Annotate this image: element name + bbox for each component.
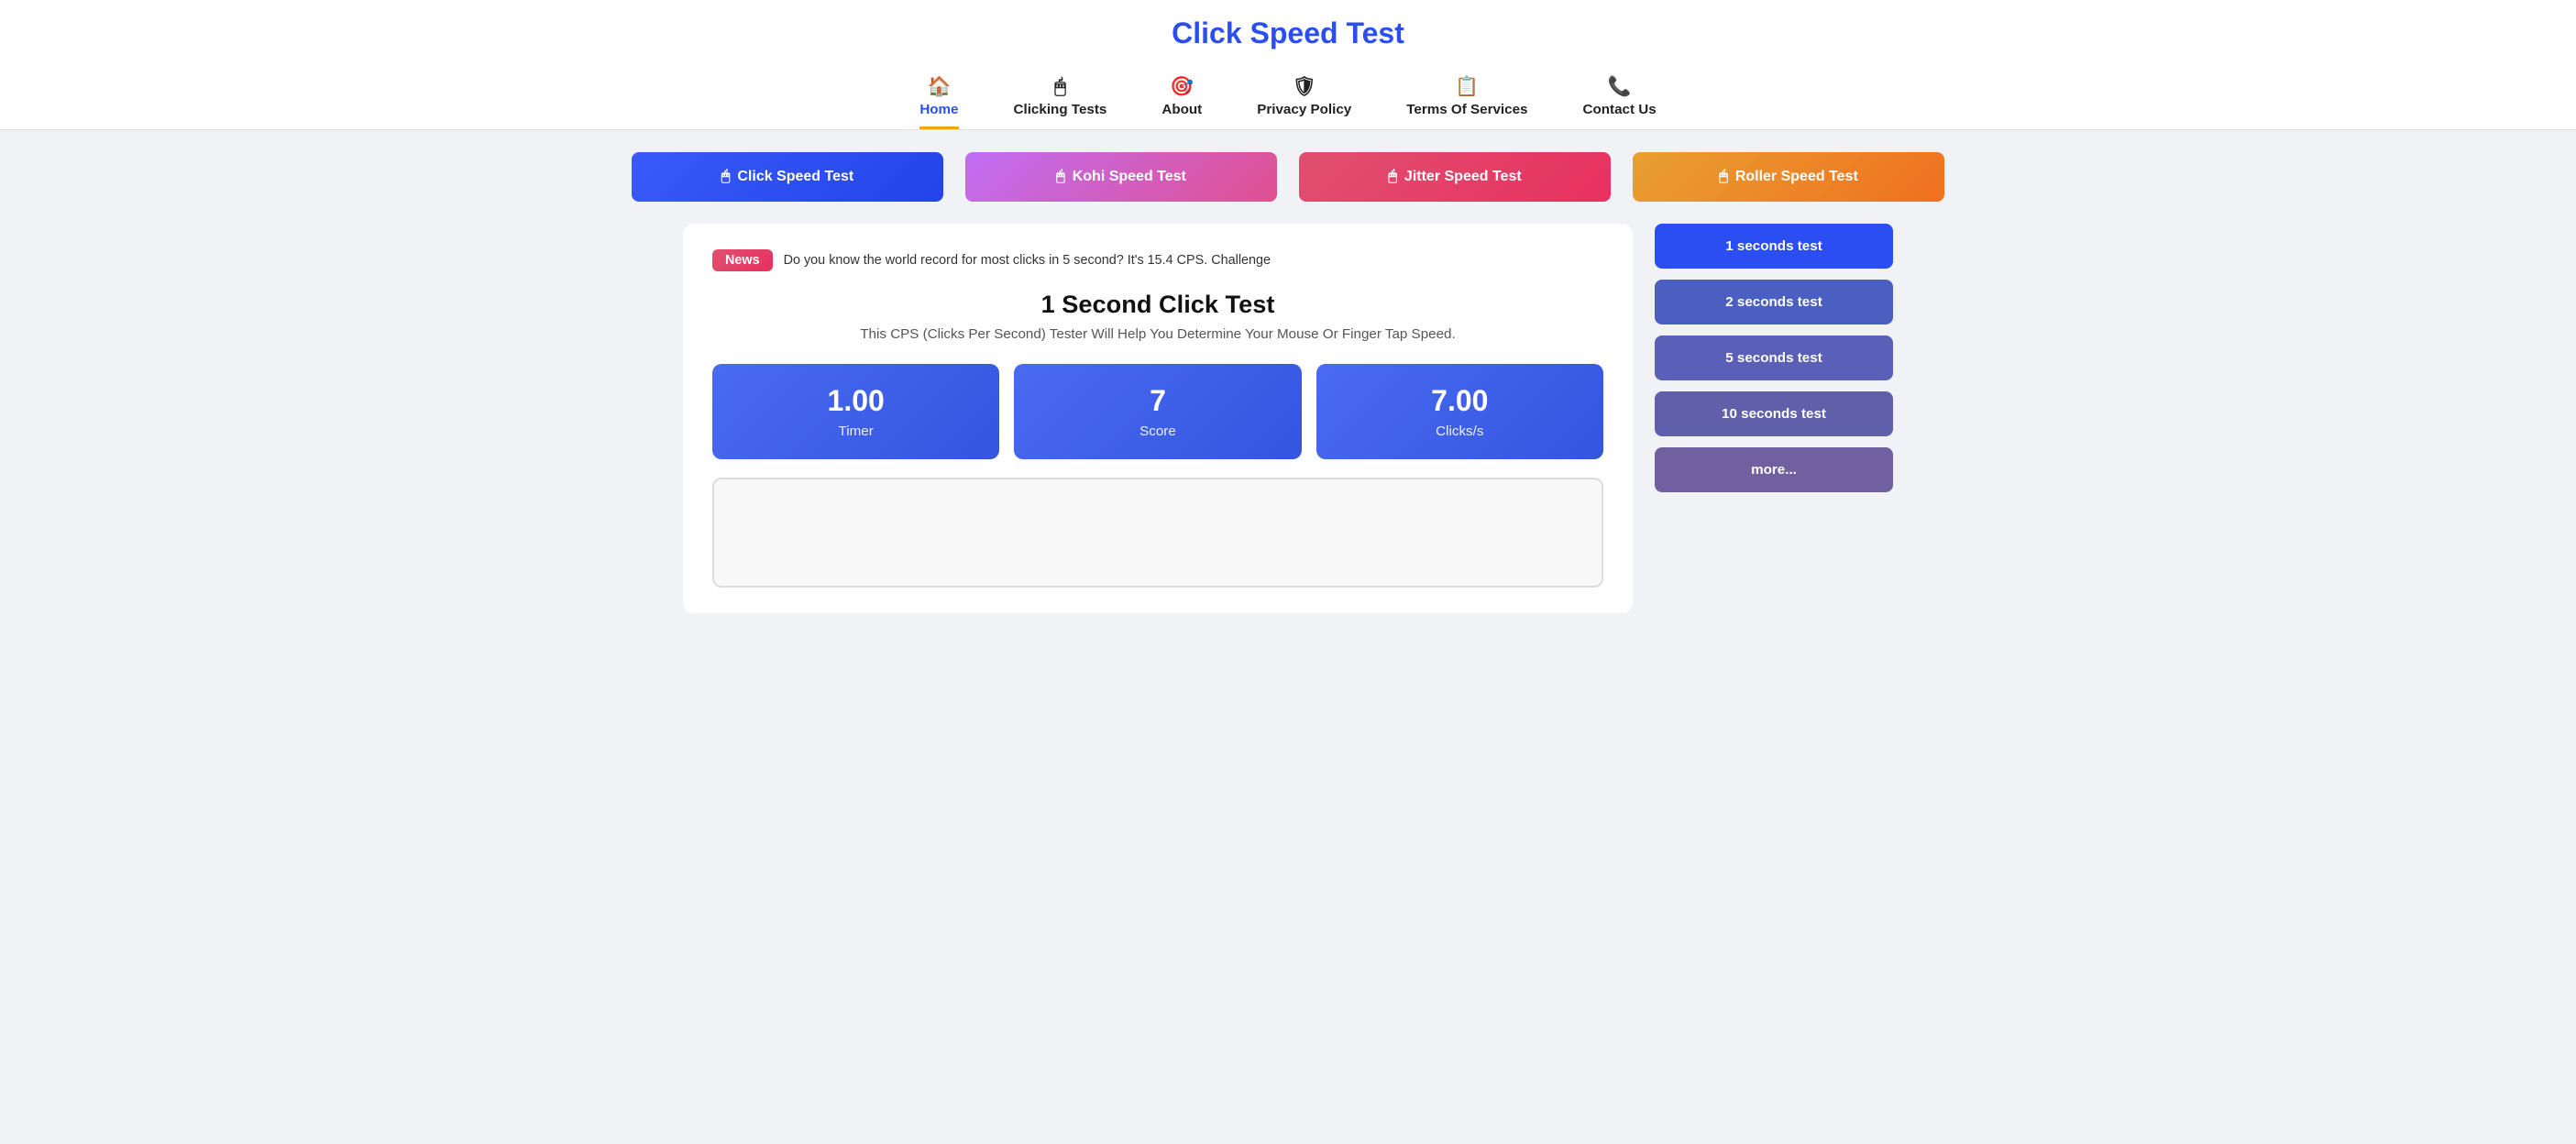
nav-icon-contact-us: 📞 [1608, 76, 1632, 98]
sidebar-btn-more[interactable]: more... [1655, 447, 1893, 492]
nav-label-terms-of-services: Terms Of Services [1406, 102, 1527, 117]
nav-icon-clicking-tests: 🖱 [1054, 76, 1065, 98]
top-btn-label-kohi-speed-test: Kohi Speed Test [1073, 169, 1186, 185]
nav-label-contact-us: Contact Us [1583, 102, 1657, 117]
section-subtitle: This CPS (Clicks Per Second) Tester Will… [712, 326, 1603, 342]
stat-label-timer: Timer [727, 424, 985, 439]
nav-item-terms-of-services[interactable]: 📋 Terms Of Services [1406, 76, 1527, 129]
mouse-icon-jitter-speed-test: 🖱 [1388, 169, 1397, 185]
top-btn-kohi-speed-test[interactable]: 🖱 Kohi Speed Test [965, 152, 1277, 202]
sidebar-btn-1s[interactable]: 1 seconds test [1655, 224, 1893, 269]
top-btn-label-jitter-speed-test: Jitter Speed Test [1404, 169, 1522, 185]
stat-label-score: Score [1029, 424, 1286, 439]
sidebar-btn-10s[interactable]: 10 seconds test [1655, 391, 1893, 436]
nav-item-about[interactable]: 🎯 About [1161, 76, 1202, 129]
sidebar-btn-2s[interactable]: 2 seconds test [1655, 280, 1893, 324]
nav-item-clicking-tests[interactable]: 🖱 Clicking Tests [1014, 76, 1107, 129]
top-btn-label-click-speed-test: Click Speed Test [737, 169, 853, 185]
mouse-icon-kohi-speed-test: 🖱 [1056, 169, 1065, 185]
nav-item-home[interactable]: 🏠 Home [919, 76, 958, 129]
nav-label-privacy-policy: Privacy Policy [1257, 102, 1351, 117]
top-btn-click-speed-test[interactable]: 🖱 Click Speed Test [632, 152, 943, 202]
mouse-icon-click-speed-test: 🖱 [721, 169, 731, 185]
stat-card-timer: 1.00 Timer [712, 364, 999, 459]
nav-icon-about: 🎯 [1170, 76, 1194, 98]
top-btn-jitter-speed-test[interactable]: 🖱 Jitter Speed Test [1299, 152, 1611, 202]
nav-label-about: About [1161, 102, 1202, 117]
stat-value-clicks-per-second: 7.00 [1331, 384, 1589, 418]
nav-icon-terms-of-services: 📋 [1455, 76, 1479, 98]
news-badge: News [712, 249, 773, 271]
main-content: News Do you know the world record for mo… [646, 224, 1930, 650]
nav-label-clicking-tests: Clicking Tests [1014, 102, 1107, 117]
nav-item-contact-us[interactable]: 📞 Contact Us [1583, 76, 1657, 129]
stat-value-timer: 1.00 [727, 384, 985, 418]
top-buttons-bar: 🖱 Click Speed Test🖱 Kohi Speed Test🖱 Jit… [0, 130, 2576, 224]
site-header: Click Speed Test 🏠 Home 🖱 Clicking Tests 🎯… [0, 0, 2576, 130]
top-btn-roller-speed-test[interactable]: 🖱 Roller Speed Test [1633, 152, 1944, 202]
site-title: Click Speed Test [0, 16, 2576, 50]
stats-row: 1.00 Timer7 Score7.00 Clicks/s [712, 364, 1603, 459]
sidebar: 1 seconds test 2 seconds test 5 seconds te… [1655, 224, 1893, 613]
top-btn-label-roller-speed-test: Roller Speed Test [1735, 169, 1858, 185]
sidebar-btn-5s[interactable]: 5 seconds test [1655, 336, 1893, 380]
nav-label-home: Home [919, 102, 958, 117]
news-text: Do you know the world record for most cl… [784, 253, 1271, 268]
section-title: 1 Second Click Test [712, 290, 1603, 319]
nav-item-privacy-policy[interactable]: 🛡 Privacy Policy [1257, 76, 1351, 129]
stat-card-score: 7 Score [1014, 364, 1301, 459]
nav-icon-home: 🏠 [927, 76, 951, 98]
stat-value-score: 7 [1029, 384, 1286, 418]
stat-label-clicks-per-second: Clicks/s [1331, 424, 1589, 439]
main-nav: 🏠 Home 🖱 Clicking Tests 🎯 About 🛡 Privacy P… [0, 65, 2576, 129]
news-bar: News Do you know the world record for mo… [712, 249, 1603, 271]
mouse-icon-roller-speed-test: 🖱 [1719, 169, 1728, 185]
content-card: News Do you know the world record for mo… [683, 224, 1633, 613]
stat-card-clicks-per-second: 7.00 Clicks/s [1316, 364, 1603, 459]
nav-icon-privacy-policy: 🛡 [1293, 76, 1316, 98]
click-area[interactable] [712, 478, 1603, 588]
